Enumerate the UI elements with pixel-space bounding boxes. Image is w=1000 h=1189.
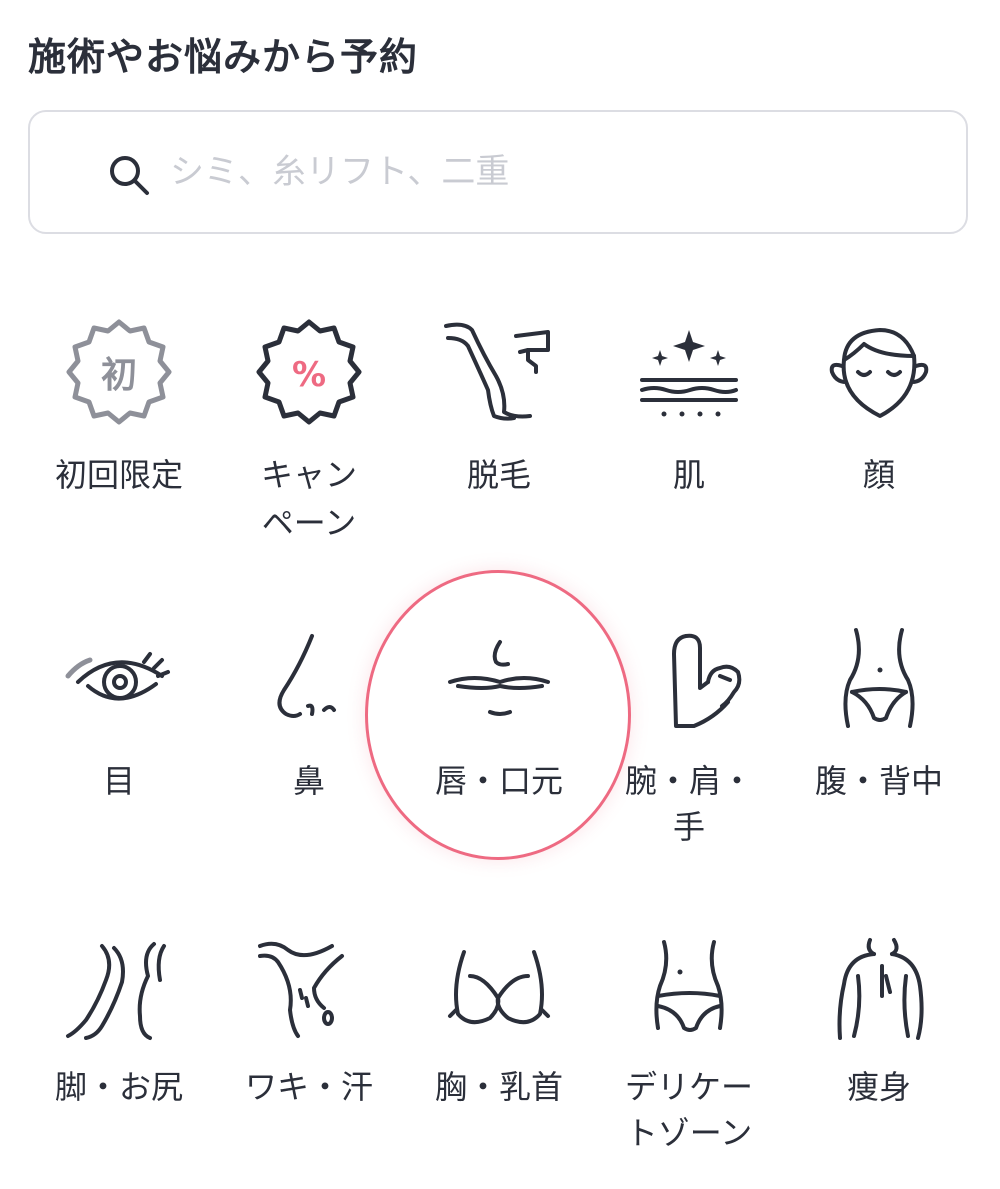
eye-icon bbox=[64, 626, 174, 736]
category-label: 胸・乳首 bbox=[434, 1068, 563, 1106]
first-time-badge-text: 初 bbox=[101, 355, 137, 396]
category-label: 目 bbox=[102, 762, 135, 800]
category-label: 腹・背中 bbox=[814, 762, 943, 800]
category-label: 脱毛 bbox=[466, 456, 531, 494]
face-icon bbox=[824, 316, 934, 426]
category-label-line2: 手 bbox=[672, 808, 705, 846]
search-icon bbox=[108, 154, 150, 196]
category-label: 顔 bbox=[862, 456, 895, 494]
category-label: ワキ・汗 bbox=[244, 1068, 373, 1106]
lips-icon bbox=[444, 626, 554, 736]
category-label: 鼻 bbox=[292, 762, 325, 800]
legs-icon bbox=[64, 936, 174, 1046]
chest-icon bbox=[444, 936, 554, 1046]
category-label: 腕・肩・ bbox=[624, 762, 753, 800]
campaign-badge-text: % bbox=[292, 355, 326, 395]
body-slimming-icon bbox=[824, 936, 934, 1046]
hair-removal-icon bbox=[444, 316, 554, 426]
first-time-badge-icon: 初 bbox=[64, 316, 174, 426]
category-label: 唇・口元 bbox=[434, 762, 563, 800]
category-label-line2: ペーン bbox=[261, 504, 357, 542]
skin-icon bbox=[634, 316, 744, 426]
category-label: キャン bbox=[260, 456, 357, 494]
underarm-icon bbox=[254, 936, 364, 1046]
nose-icon bbox=[254, 626, 364, 736]
abdomen-icon bbox=[824, 626, 934, 736]
search-box[interactable] bbox=[28, 110, 968, 234]
category-label: 脚・お尻 bbox=[54, 1068, 183, 1106]
search-input[interactable] bbox=[170, 142, 930, 202]
delicate-zone-icon bbox=[634, 936, 744, 1046]
campaign-badge-icon: % bbox=[254, 316, 364, 426]
category-label: デリケー bbox=[624, 1068, 753, 1106]
page-title: 施術やお悩みから予約 bbox=[28, 35, 419, 79]
arm-icon bbox=[634, 626, 744, 736]
category-label: 肌 bbox=[672, 456, 705, 494]
category-label: 初回限定 bbox=[54, 456, 183, 494]
category-label-line2: トゾーン bbox=[625, 1114, 753, 1152]
category-label: 痩身 bbox=[846, 1068, 911, 1106]
